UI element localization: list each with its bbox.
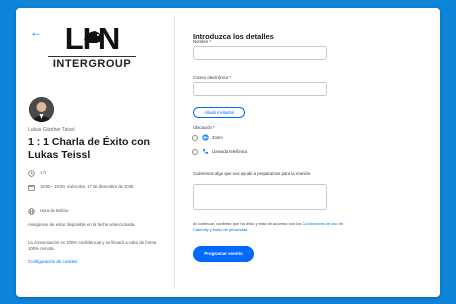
column-divider	[174, 16, 175, 289]
message-textarea[interactable]	[193, 184, 327, 210]
email-input[interactable]	[193, 82, 327, 96]
privacy-link[interactable]: Aviso de privacidad.	[213, 227, 249, 232]
confidential-note: La conversación es 100% confidencial y s…	[28, 240, 157, 252]
globe-icon	[28, 208, 35, 215]
location-option-phone[interactable]: Llamada telefónica	[192, 148, 247, 155]
schedule-event-button[interactable]: Programar evento	[193, 246, 254, 262]
name-label: Nombre *	[193, 39, 212, 44]
zoom-label: Zoom	[212, 135, 223, 140]
radio-zoom[interactable]	[192, 134, 198, 141]
calendar-icon	[28, 184, 35, 191]
event-title: 1 : 1 Charla de Éxito con Lukas Teissl	[28, 136, 150, 161]
host-name: Lukas Günther Teissl	[28, 127, 75, 133]
legal-text: Al continuar, confirma que ha leído y es…	[193, 221, 353, 233]
add-guests-button[interactable]: Añadir invitados	[193, 107, 245, 118]
lion-icon	[84, 31, 102, 43]
phone-icon	[203, 148, 209, 154]
phone-label: Llamada telefónica	[212, 149, 248, 154]
legal-prefix: Al continuar, confirma que ha leído y es…	[193, 221, 302, 226]
location-label: Ubicación *	[193, 125, 215, 130]
booking-card: ← LI N INTERGROUP Lukas Günther Teissl 1…	[16, 8, 440, 297]
duration-text: 1 h	[40, 170, 46, 175]
availability-note: Asegúrese de estar disponible en la fech…	[28, 222, 136, 227]
datetime-row: 18:00 - 19:00, miércoles, 17 de diciembr…	[28, 184, 158, 191]
host-avatar	[29, 97, 54, 122]
datetime-text: 18:00 - 19:00, miércoles, 17 de diciembr…	[40, 184, 134, 189]
name-input[interactable]	[193, 46, 327, 60]
radio-phone[interactable]	[192, 148, 198, 155]
company-logo: LI N INTERGROUP	[44, 22, 140, 76]
location-option-zoom[interactable]: Zoom	[192, 134, 223, 141]
legal-mid: y	[209, 227, 212, 232]
email-label: Correo electrónico *	[193, 75, 231, 80]
back-arrow-icon[interactable]: ←	[30, 26, 42, 38]
message-label: Cuéntenos algo que nos ayude a prepararn…	[193, 171, 311, 176]
duration-row: 1 h	[28, 170, 46, 177]
cookie-settings-link[interactable]: Configuración de cookies	[28, 259, 77, 264]
timezone-text: Hora de Bolivia	[40, 208, 69, 213]
logo-rule	[48, 56, 136, 57]
clock-icon	[28, 170, 35, 177]
zoom-icon	[202, 134, 209, 141]
timezone-row: Hora de Bolivia	[28, 208, 68, 215]
logo-subtitle: INTERGROUP	[52, 58, 132, 70]
